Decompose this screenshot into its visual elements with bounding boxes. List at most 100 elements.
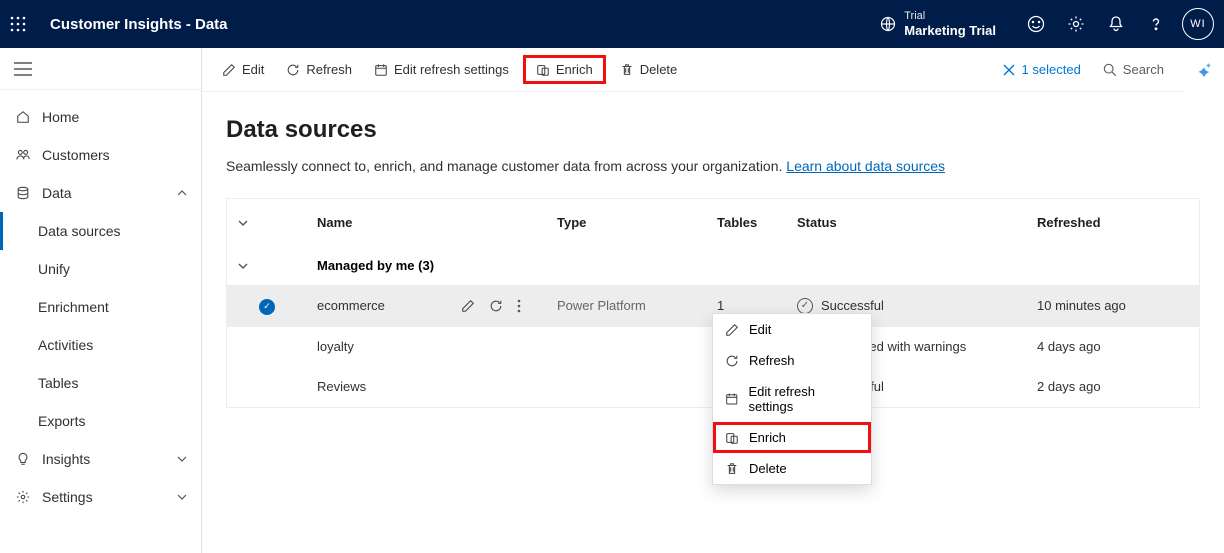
- sidebar-item-label: Activities: [38, 337, 93, 353]
- sidebar-item-label: Data: [42, 185, 72, 201]
- customers-icon: [14, 148, 32, 162]
- column-expand[interactable]: [227, 199, 307, 246]
- gear-icon: [14, 490, 32, 504]
- hamburger-icon[interactable]: [0, 48, 201, 90]
- row-refreshed: 10 minutes ago: [1027, 285, 1199, 327]
- sidebar-item-home[interactable]: Home: [0, 98, 201, 136]
- data-icon: [14, 186, 32, 200]
- cmd-label: Edit: [242, 62, 264, 77]
- context-edit-refresh-settings[interactable]: Edit refresh settings: [713, 376, 871, 422]
- sidebar-item-label: Insights: [42, 451, 90, 467]
- edit-row-icon[interactable]: [461, 299, 475, 313]
- chevron-down-icon: [177, 456, 187, 462]
- row-status: Successful: [821, 298, 884, 313]
- edit-refresh-settings-button[interactable]: Edit refresh settings: [366, 58, 517, 81]
- main-content: Edit Refresh Edit refresh settings Enric…: [202, 48, 1224, 553]
- sidebar-item-data[interactable]: Data: [0, 174, 201, 212]
- selected-count: 1 selected: [1022, 62, 1081, 77]
- sidebar-item-activities[interactable]: Activities: [0, 326, 201, 364]
- avatar[interactable]: WI: [1182, 8, 1214, 40]
- column-refreshed[interactable]: Refreshed: [1027, 199, 1199, 246]
- globe-icon: [880, 16, 896, 32]
- menu-label: Enrich: [749, 430, 786, 445]
- smile-feedback-icon[interactable]: [1016, 0, 1056, 48]
- context-refresh[interactable]: Refresh: [713, 345, 871, 376]
- chevron-down-icon: [177, 494, 187, 500]
- bell-icon[interactable]: [1096, 0, 1136, 48]
- sidebar: Home Customers Data Data sources Unify E…: [0, 48, 202, 553]
- sidebar-item-label: Customers: [42, 147, 110, 163]
- page-description: Seamlessly connect to, enrich, and manag…: [226, 158, 1200, 174]
- row-type: [547, 327, 707, 367]
- sidebar-item-label: Unify: [38, 261, 70, 277]
- row-refreshed: 2 days ago: [1027, 367, 1199, 407]
- cmd-label: Delete: [640, 62, 678, 77]
- sidebar-item-tables[interactable]: Tables: [0, 364, 201, 402]
- row-checkbox[interactable]: [227, 327, 307, 367]
- sidebar-item-insights[interactable]: Insights: [0, 440, 201, 478]
- edit-button[interactable]: Edit: [214, 58, 272, 81]
- more-row-icon[interactable]: [517, 299, 521, 313]
- sidebar-item-label: Tables: [38, 375, 78, 391]
- enrich-button[interactable]: Enrich: [523, 55, 606, 84]
- cmd-label: Refresh: [306, 62, 352, 77]
- group-row[interactable]: Managed by me (3): [227, 246, 1199, 285]
- row-checkbox[interactable]: [227, 367, 307, 407]
- app-title: Customer Insights - Data: [50, 16, 228, 33]
- row-context-menu: Edit Refresh Edit refresh settings Enric…: [712, 313, 872, 485]
- group-label: Managed by me (3): [307, 246, 1199, 285]
- sidebar-item-label: Settings: [42, 489, 93, 505]
- row-type: [547, 367, 707, 407]
- row-name: loyalty: [317, 339, 354, 354]
- search-button[interactable]: Search: [1095, 58, 1172, 81]
- global-header: Customer Insights - Data Trial Marketing…: [0, 0, 1224, 48]
- column-type[interactable]: Type: [547, 199, 707, 246]
- delete-button[interactable]: Delete: [612, 58, 686, 81]
- command-bar: Edit Refresh Edit refresh settings Enric…: [202, 48, 1184, 92]
- home-icon: [14, 110, 32, 124]
- cmd-label: Edit refresh settings: [394, 62, 509, 77]
- context-enrich[interactable]: Enrich: [713, 422, 871, 453]
- context-delete[interactable]: Delete: [713, 453, 871, 484]
- env-label: Trial: [904, 10, 996, 23]
- context-edit[interactable]: Edit: [713, 314, 871, 345]
- menu-label: Edit refresh settings: [748, 384, 859, 414]
- row-checkbox[interactable]: ✓: [227, 285, 307, 327]
- sidebar-item-label: Enrichment: [38, 299, 109, 315]
- copilot-icon[interactable]: [1184, 48, 1224, 92]
- sidebar-item-enrichment[interactable]: Enrichment: [0, 288, 201, 326]
- refresh-button[interactable]: Refresh: [278, 58, 360, 81]
- sidebar-item-exports[interactable]: Exports: [0, 402, 201, 440]
- env-name: Marketing Trial: [904, 23, 996, 39]
- search-label: Search: [1123, 62, 1164, 77]
- sidebar-item-unify[interactable]: Unify: [0, 250, 201, 288]
- row-type: Power Platform: [547, 285, 707, 327]
- chevron-up-icon: [177, 190, 187, 196]
- sidebar-item-label: Data sources: [38, 223, 120, 239]
- column-status[interactable]: Status: [787, 199, 1027, 246]
- help-icon[interactable]: [1136, 0, 1176, 48]
- page-title: Data sources: [226, 116, 1200, 144]
- column-name[interactable]: Name: [307, 199, 547, 246]
- row-refreshed: 4 days ago: [1027, 327, 1199, 367]
- menu-label: Delete: [749, 461, 787, 476]
- app-launcher-icon[interactable]: [10, 16, 40, 32]
- clear-selection-button[interactable]: 1 selected: [994, 58, 1089, 81]
- cmd-label: Enrich: [556, 62, 593, 77]
- menu-label: Edit: [749, 322, 771, 337]
- chevron-down-icon: [237, 262, 249, 270]
- sidebar-item-label: Home: [42, 109, 79, 125]
- learn-link[interactable]: Learn about data sources: [786, 158, 945, 174]
- sidebar-item-customers[interactable]: Customers: [0, 136, 201, 174]
- sidebar-item-data-sources[interactable]: Data sources: [0, 212, 201, 250]
- column-tables[interactable]: Tables: [707, 199, 787, 246]
- sidebar-item-label: Exports: [38, 413, 85, 429]
- environment-picker[interactable]: Trial Marketing Trial: [880, 10, 996, 39]
- row-name: ecommerce: [317, 298, 385, 313]
- success-icon: ✓: [797, 298, 813, 314]
- sidebar-item-settings[interactable]: Settings: [0, 478, 201, 516]
- lightbulb-icon: [14, 452, 32, 466]
- menu-label: Refresh: [749, 353, 795, 368]
- refresh-row-icon[interactable]: [489, 299, 503, 313]
- gear-icon[interactable]: [1056, 0, 1096, 48]
